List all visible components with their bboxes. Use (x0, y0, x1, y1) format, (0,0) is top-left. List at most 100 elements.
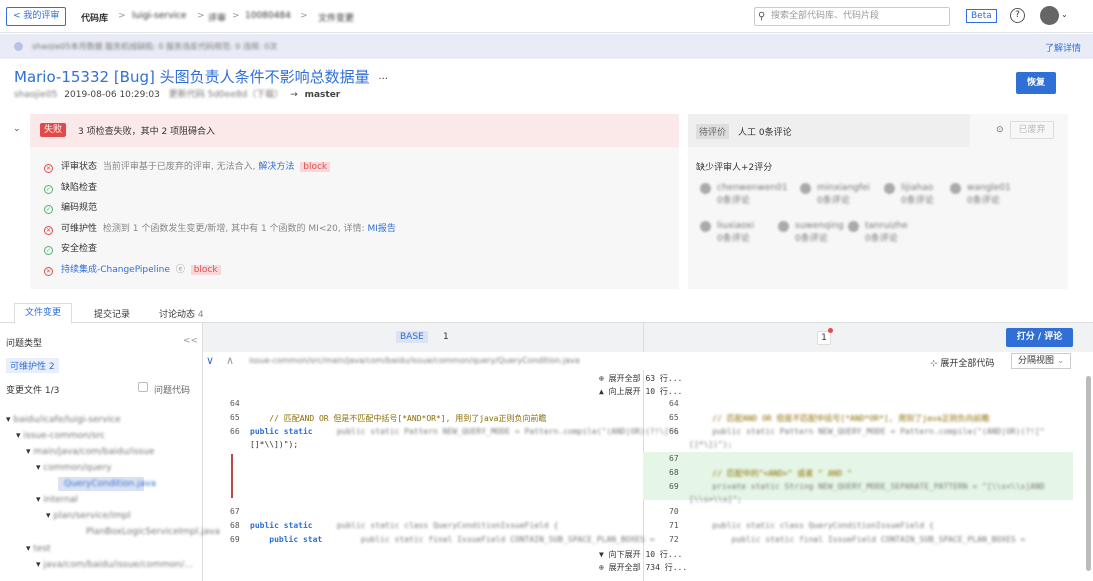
reviewer-name: wangle01 (967, 183, 1011, 193)
reviewer-note: 0条评论 (865, 234, 898, 244)
tab-discussion-count: 4 (197, 310, 204, 320)
expand-all-code-button[interactable]: ⊹ 展开全部代码 (930, 356, 994, 369)
chevron-down-icon[interactable]: ∨ (206, 354, 214, 367)
reviewer-name: minxiangfei (817, 183, 870, 193)
tree-node[interactable]: ▾ test (26, 544, 51, 554)
tab-discussion[interactable]: 讨论动态 4 (159, 307, 204, 320)
expand-up[interactable]: ▲ 向上展开 10 行... (599, 386, 682, 397)
breadcrumb-review[interactable]: 评审 (208, 11, 226, 24)
diff-code-area: ⊕ 展开全部 63 行... ▲ 向上展开 10 行... 64 65 66 6… (203, 370, 1093, 581)
tab-commits[interactable]: 提交记录 (94, 307, 130, 320)
issue-code-label: 问题代码 (154, 386, 191, 396)
top-bar: < 我的评审 代码库 > luigi-service > 评审 > 100804… (0, 0, 1093, 33)
reviewer[interactable]: wangle01 0条评论 (950, 183, 1011, 206)
line-number: 66 (230, 427, 240, 436)
breadcrumb-review-id[interactable]: 10080484 (245, 11, 291, 21)
tree-node[interactable]: ▾ plan/service/impl (46, 511, 131, 521)
reviewer-note: 0条评论 (717, 196, 750, 206)
notification-dot (828, 328, 833, 333)
reviewer[interactable]: liuxiaoxi 0条评论 (700, 221, 754, 244)
tree-label: issue-common/src (23, 431, 106, 441)
code-line: [\\s>\\s]"; (689, 495, 742, 504)
diff-header: BASE 1 1 打分 / 评论 (203, 323, 1093, 352)
line-number: 64 (230, 399, 240, 408)
breadcrumb-separator: > (118, 11, 126, 21)
reviewer[interactable]: minxiangfei 0条评论 (800, 183, 870, 206)
review-title: Mario-15332 [Bug] 头图负责人条件不影响总数据量 ··· (14, 66, 388, 87)
help-icon[interactable]: ? (1010, 8, 1025, 23)
global-search-input[interactable]: ⚲ 搜索全部代码库、代码片段 (754, 7, 950, 26)
code-line: // 匹配AND OR 但是不匹配中括号[*AND*OR*], 用到了java正… (693, 414, 990, 423)
line-number: 65 (669, 413, 679, 422)
expand-down[interactable]: ▼ 向下展开 10 行... (599, 549, 682, 560)
issue-code-checkbox[interactable] (138, 382, 148, 392)
breadcrumb-repo-name[interactable]: luigi-service (132, 11, 186, 21)
mi-report-link[interactable]: MI报告 (367, 224, 395, 234)
tab-files[interactable]: 文件变更 (14, 303, 72, 324)
restore-button[interactable]: 恢复 (1016, 72, 1056, 94)
collapse-sidebar-icon[interactable]: << (183, 336, 198, 346)
review-commit[interactable]: 更新代码 5d0ee8d（下载） (169, 90, 284, 100)
notice-text: shaojie05本月数据 服务机线缺陷: 0 服务违反代码规范: 0 违规: … (32, 42, 278, 51)
tree-node[interactable]: ▾ issue-common/src (16, 431, 105, 441)
tab-discussion-label: 讨论动态 (159, 310, 196, 320)
maintainability-filter[interactable]: 可维护性 2 (6, 358, 59, 373)
base-badge[interactable]: BASE (396, 331, 428, 343)
fail-icon: ✕ (44, 226, 53, 235)
line-number: 65 (230, 413, 240, 422)
review-datetime: 2019-08-06 10:29:03 (64, 90, 160, 100)
reviewer[interactable]: suwenqing 0条评论 (778, 221, 844, 244)
reviewer[interactable]: chenwenwen01 0条评论 (700, 183, 788, 206)
tree-file-selected[interactable]: QueryCondition.java (58, 477, 156, 491)
breadcrumb-repos[interactable]: 代码库 (81, 11, 108, 24)
tree-label: QueryCondition.java (64, 479, 157, 489)
tree-node[interactable]: ▾ baidu/icafe/luigi-service (6, 415, 121, 425)
chevron-down-icon[interactable]: ⌄ (1061, 10, 1068, 19)
beta-badge[interactable]: Beta (966, 9, 997, 23)
abandoned-area: ⊙ 已废弃 (970, 114, 1068, 147)
tree-node[interactable]: ▾ common/query (36, 463, 112, 473)
tree-file[interactable]: PlanBoxLogicServiceImpl.java (86, 527, 220, 537)
check-name-link[interactable]: 持续集成-ChangePipeline (61, 265, 170, 275)
review-title-text: Mario-15332 [Bug] 头图负责人条件不影响总数据量 (14, 68, 370, 86)
base-version[interactable]: 1 (443, 332, 449, 342)
more-icon[interactable]: ··· (378, 74, 388, 85)
check-fix-link[interactable]: 解决方法 (258, 162, 294, 172)
checks-summary-text: 3 项检查失败，其中 2 项阻碍合入 (78, 127, 216, 137)
user-avatar[interactable] (1040, 6, 1059, 25)
tree-node[interactable]: ▾ java/com/baidu/issue/common/... (36, 560, 193, 570)
code-line: []*\\])"); (250, 440, 299, 449)
review-author: shaojie05 (14, 90, 58, 100)
collapse-chevron-icon[interactable]: ⌄ (13, 124, 21, 134)
reviewer[interactable]: tanruizhe 0条评论 (848, 221, 908, 244)
back-to-my-reviews-button[interactable]: < 我的评审 (6, 7, 67, 26)
chevron-up-icon[interactable]: ∧ (226, 354, 234, 367)
tree-node[interactable]: ▾ main/java/com/baidu/issue (26, 447, 154, 457)
changed-files-label: 变更文件 1/3 (6, 386, 60, 396)
line-number: 71 (669, 521, 679, 530)
notice-detail-link[interactable]: 了解详情 (1045, 41, 1081, 54)
check-ok-icon: ✓ (44, 246, 53, 255)
scrollbar[interactable] (1086, 376, 1091, 571)
score-comment-button[interactable]: 打分 / 评论 (1006, 328, 1073, 347)
breadcrumb-current: 文件变更 (318, 14, 355, 24)
file-sidebar: 问题类型 << 可维护性 2 变更文件 1/3 问题代码 ▾ baidu/ica… (0, 323, 220, 581)
expand-all-bottom[interactable]: ⊕ 展开全部 734 行... (599, 562, 687, 573)
tree-node[interactable]: ▾ internal (36, 495, 78, 505)
breadcrumb-separator: > (300, 11, 308, 21)
view-mode-select[interactable]: 分隔视图 ⌄ (1011, 353, 1071, 369)
code-line: []*\])"); (689, 440, 733, 449)
check-detail: 检测到 1 个函数发生变更/新增, 其中有 1 个函数的 MI<20, 详情: (102, 224, 365, 234)
expand-all-top[interactable]: ⊕ 展开全部 63 行... (599, 373, 682, 384)
clock-icon: ⊙ (996, 125, 1004, 135)
reviewer[interactable]: lijiahao 0条评论 (884, 183, 934, 206)
block-tag: block (300, 162, 331, 172)
info-icon[interactable]: ⓔ (176, 265, 185, 275)
tree-label: PlanBoxLogicServiceImpl.java (86, 527, 221, 537)
code-line: // 匹配AND OR 但是不匹配中括号[*AND*OR*], 用到了java正… (250, 414, 547, 423)
code-line: public static class QueryConditionIssueF… (693, 521, 934, 530)
expand-all-code-label: 展开全部代码 (940, 359, 995, 369)
abandoned-button[interactable]: 已废弃 (1010, 121, 1054, 139)
target-version[interactable]: 1 (817, 331, 831, 345)
file-path-bar: ∨ ∧ issue-common/src/main/java/com/baidu… (203, 352, 1093, 370)
